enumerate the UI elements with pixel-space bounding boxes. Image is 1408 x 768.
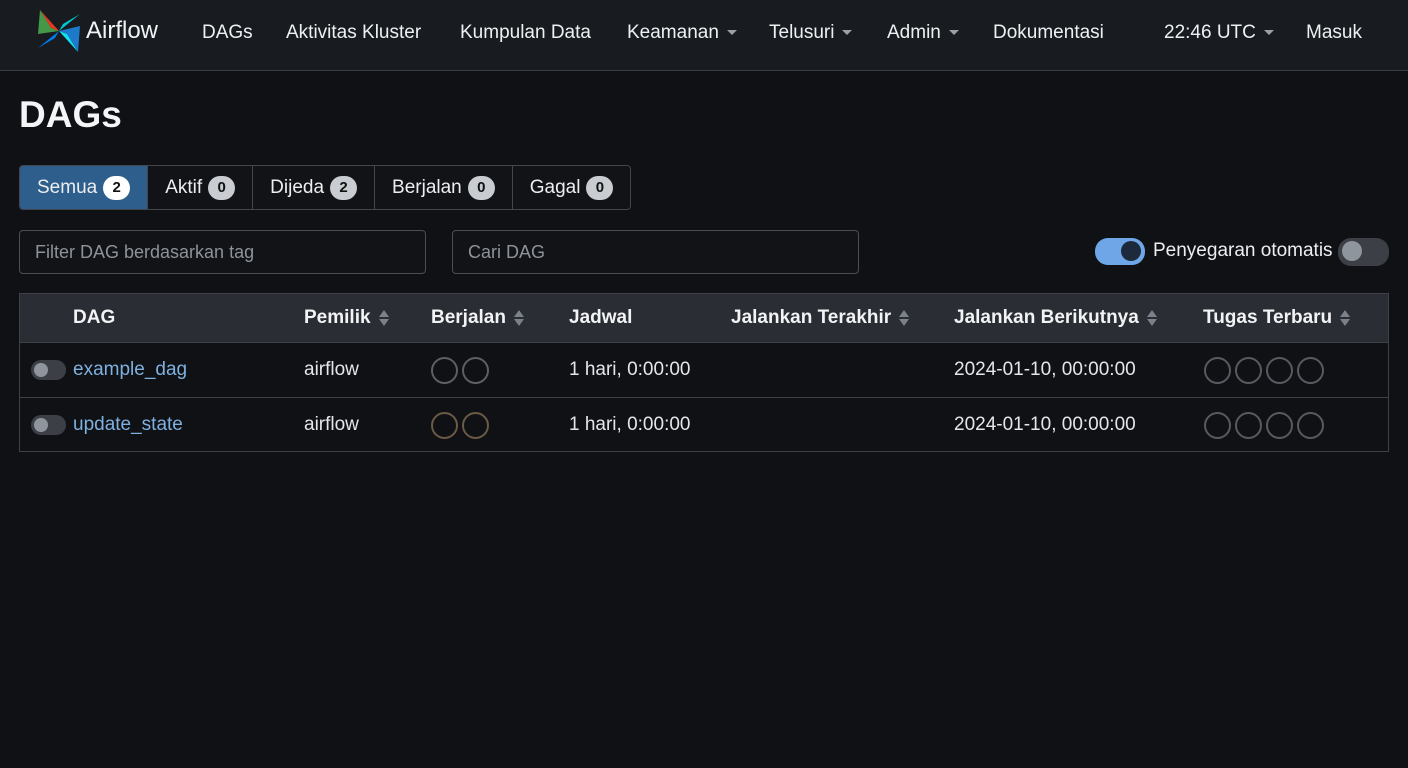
nav-dags[interactable]: DAGs	[202, 20, 253, 46]
run-state-circle[interactable]	[431, 357, 458, 384]
header-owner[interactable]: Pemilik	[304, 307, 389, 329]
count-badge: 0	[467, 175, 495, 200]
dag-pause-toggle[interactable]	[31, 360, 66, 380]
airflow-pinwheel-icon	[38, 10, 80, 52]
nav-cluster-activity[interactable]: Aktivitas Kluster	[286, 20, 421, 46]
table-header: DAG Pemilik Berjalan Jadwal Jalankan Ter…	[20, 294, 1388, 343]
run-state-circle[interactable]	[462, 357, 489, 384]
header-runs[interactable]: Berjalan	[431, 307, 524, 329]
count-badge: 2	[330, 175, 358, 200]
task-state-circle[interactable]	[1235, 357, 1262, 384]
dag-pause-toggle[interactable]	[31, 415, 66, 435]
dag-id-link[interactable]: update_state	[73, 414, 183, 436]
task-state-circle[interactable]	[1235, 412, 1262, 439]
auto-refresh-label: Penyegaran otomatis	[1153, 240, 1333, 261]
run-state-circle[interactable]	[431, 412, 458, 439]
tag-filter-input[interactable]	[19, 230, 426, 274]
sort-icon	[513, 308, 524, 328]
dag-owner: airflow	[304, 414, 359, 435]
header-schedule[interactable]: Jadwal	[569, 307, 632, 329]
nav-admin-dropdown[interactable]: Admin	[887, 20, 959, 46]
run-state-circle[interactable]	[462, 412, 489, 439]
chevron-down-icon	[1263, 30, 1274, 36]
task-state-circle[interactable]	[1204, 357, 1231, 384]
auto-refresh-toggle[interactable]	[1095, 238, 1145, 265]
header-last-run[interactable]: Jalankan Terakhir	[731, 307, 910, 329]
nav-security-dropdown[interactable]: Keamanan	[627, 20, 737, 46]
sort-icon	[1146, 308, 1157, 328]
dag-schedule: 1 hari, 0:00:00	[569, 414, 691, 435]
nav-docs[interactable]: Dokumentasi	[993, 20, 1104, 46]
task-state-circle[interactable]	[1266, 412, 1293, 439]
dag-next-run: 2024-01-10, 00:00:00	[954, 359, 1136, 380]
header-recent-tasks[interactable]: Tugas Terbaru	[1203, 307, 1351, 329]
count-badge: 2	[103, 175, 131, 200]
dag-schedule: 1 hari, 0:00:00	[569, 359, 691, 380]
status-filter-tabs: Semua 2 Aktif 0 Dijeda 2 Berjalan 0 Gaga…	[19, 165, 632, 210]
task-state-circle[interactable]	[1297, 357, 1324, 384]
header-dag[interactable]: DAG	[73, 307, 115, 329]
dag-next-run: 2024-01-10, 00:00:00	[954, 414, 1136, 435]
login-link[interactable]: Masuk	[1306, 20, 1362, 46]
brand-name: Airflow	[86, 17, 159, 44]
task-state-circle[interactable]	[1297, 412, 1324, 439]
sort-icon	[899, 308, 910, 328]
tab-all[interactable]: Semua 2	[20, 166, 149, 209]
nav-browse-dropdown[interactable]: Telusuri	[769, 20, 853, 46]
dag-id-link[interactable]: example_dag	[73, 359, 187, 381]
dag-search-input[interactable]	[452, 230, 859, 274]
chevron-down-icon	[948, 30, 959, 36]
tab-running[interactable]: Berjalan 0	[375, 166, 513, 209]
header-next-run[interactable]: Jalankan Berikutnya	[954, 307, 1157, 329]
count-badge: 0	[586, 175, 614, 200]
table-row: example_dag airflow 1 hari, 0:00:00 2024…	[20, 343, 1388, 397]
nav-datasets[interactable]: Kumpulan Data	[460, 20, 591, 46]
dark-mode-toggle[interactable]	[1338, 238, 1389, 266]
chevron-down-icon	[842, 30, 853, 36]
task-state-circle[interactable]	[1204, 412, 1231, 439]
timezone-dropdown[interactable]: 22:46 UTC	[1164, 20, 1274, 46]
sort-icon	[1340, 308, 1351, 328]
top-navbar: Airflow DAGs Aktivitas Kluster Kumpulan …	[0, 0, 1408, 71]
page-title: DAGs	[19, 94, 122, 135]
table-row: update_state airflow 1 hari, 0:00:00 202…	[20, 397, 1388, 451]
dag-owner: airflow	[304, 359, 359, 380]
dags-table: DAG Pemilik Berjalan Jadwal Jalankan Ter…	[19, 293, 1389, 452]
tab-active[interactable]: Aktif 0	[148, 166, 254, 209]
tab-failed[interactable]: Gagal 0	[512, 166, 631, 209]
tab-paused[interactable]: Dijeda 2	[253, 166, 376, 209]
sort-icon	[378, 308, 389, 328]
brand-logo-link[interactable]: Airflow	[36, 8, 158, 54]
count-badge: 0	[208, 175, 236, 200]
task-state-circle[interactable]	[1266, 357, 1293, 384]
chevron-down-icon	[726, 30, 737, 36]
